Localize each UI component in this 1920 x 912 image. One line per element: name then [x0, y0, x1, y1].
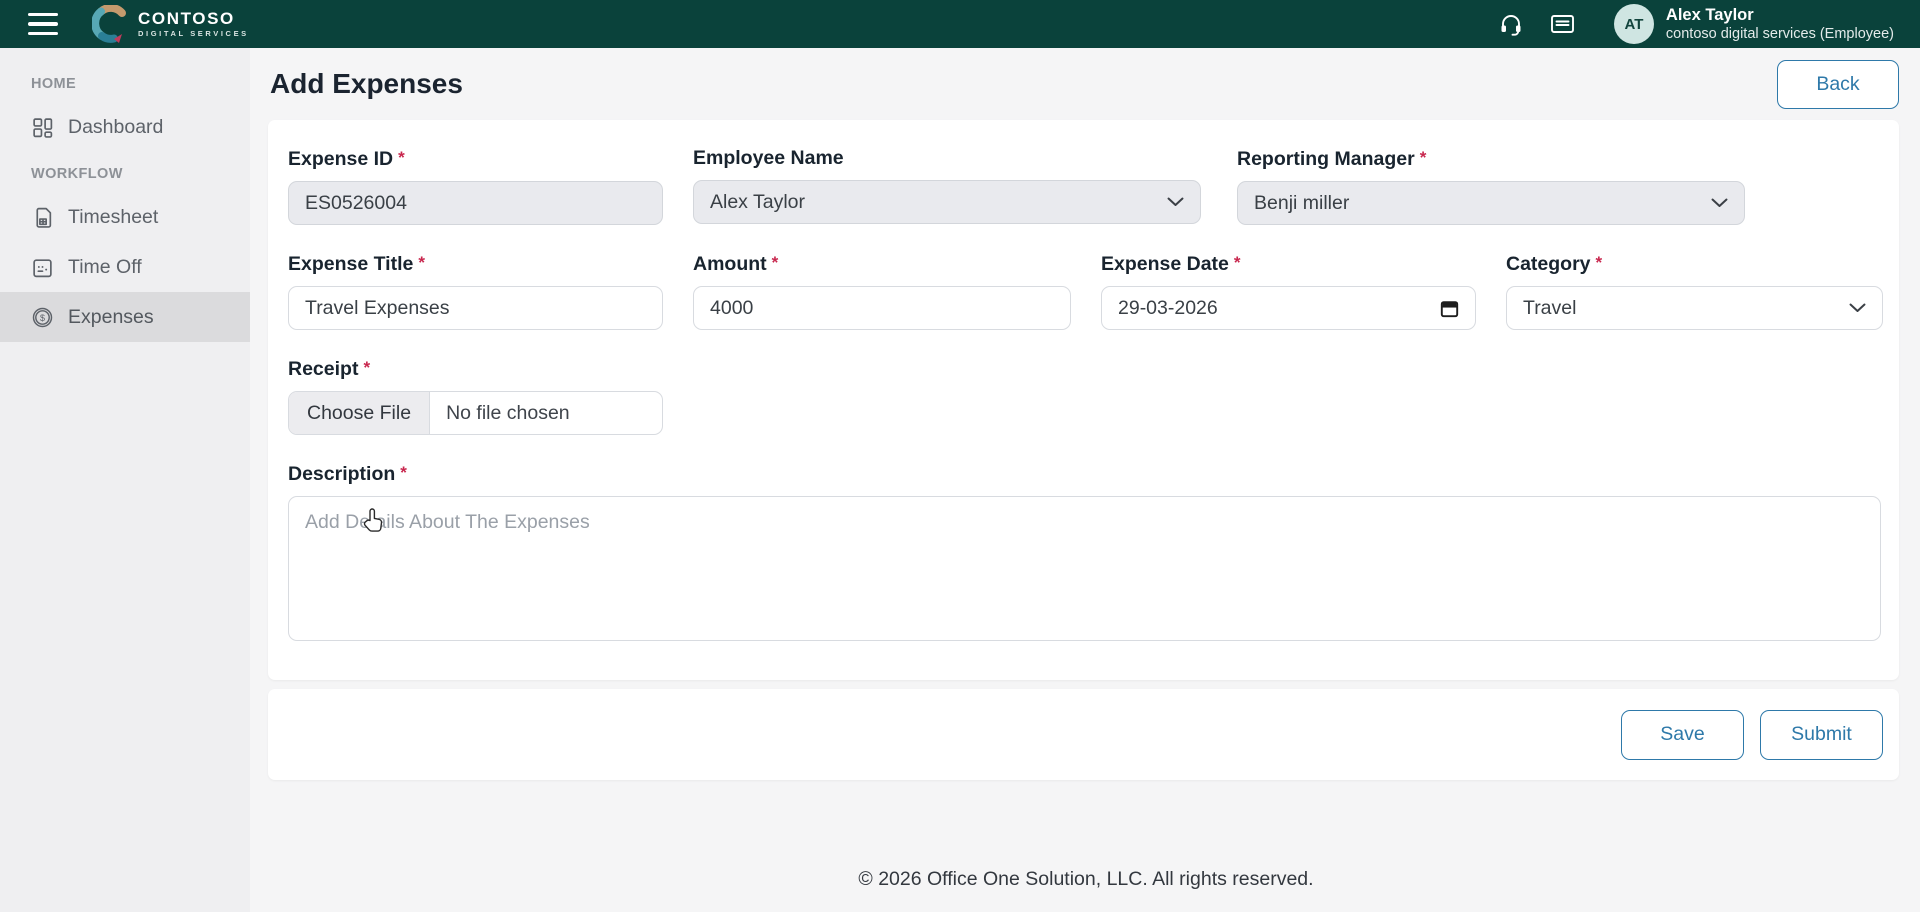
- required-asterisk: *: [1420, 148, 1427, 167]
- employee-name-select[interactable]: Alex Taylor: [693, 180, 1201, 224]
- news-icon[interactable]: [1550, 11, 1576, 37]
- sidebar-item-timeoff[interactable]: Time Off: [0, 242, 250, 292]
- chevron-down-icon: [1167, 197, 1184, 207]
- submit-button[interactable]: Submit: [1760, 710, 1883, 760]
- timeoff-calendar-icon: [31, 256, 54, 279]
- headset-icon[interactable]: [1498, 11, 1524, 37]
- page-title: Add Expenses: [270, 68, 463, 100]
- sidebar-section-workflow: WORKFLOW: [0, 152, 250, 192]
- sidebar-item-timesheet[interactable]: Timesheet: [0, 192, 250, 242]
- sidebar-item-label: Time Off: [68, 256, 142, 279]
- sidebar-item-expenses[interactable]: $ Expenses: [0, 292, 250, 342]
- expense-form-card: Expense ID* ES0526004 Employee Name Alex…: [268, 120, 1899, 680]
- chevron-down-icon: [1711, 198, 1728, 208]
- sidebar-item-label: Dashboard: [68, 116, 163, 139]
- employee-name-label: Employee Name: [693, 146, 1201, 170]
- timesheet-document-icon: [31, 206, 54, 229]
- choose-file-button[interactable]: Choose File: [289, 392, 430, 434]
- reporting-manager-select[interactable]: Benji miller: [1237, 181, 1745, 225]
- expense-title-input[interactable]: Travel Expenses: [288, 286, 663, 330]
- user-org: contoso digital services (Employee): [1666, 25, 1894, 43]
- top-bar: CONTOSO DIGITAL SERVICES AT Alex Taylor …: [0, 0, 1920, 48]
- sidebar-item-dashboard[interactable]: Dashboard: [0, 102, 250, 152]
- reporting-manager-label: Reporting Manager*: [1237, 146, 1745, 171]
- required-asterisk: *: [1234, 253, 1241, 272]
- user-menu[interactable]: AT Alex Taylor contoso digital services …: [1614, 4, 1894, 44]
- save-button[interactable]: Save: [1621, 710, 1744, 760]
- sidebar-item-label: Expenses: [68, 306, 154, 329]
- receipt-label: Receipt*: [288, 356, 663, 381]
- sidebar-section-home: HOME: [0, 62, 250, 102]
- expenses-coin-icon: $: [31, 306, 54, 329]
- expense-date-input[interactable]: 29-03-2026: [1101, 286, 1476, 330]
- file-status-text: No file chosen: [430, 402, 586, 425]
- required-asterisk: *: [772, 253, 779, 272]
- user-name: Alex Taylor: [1666, 5, 1894, 26]
- expense-date-label: Expense Date*: [1101, 251, 1476, 276]
- required-asterisk: *: [363, 358, 370, 377]
- expense-id-input[interactable]: ES0526004: [288, 181, 663, 225]
- dashboard-grid-icon: [31, 116, 54, 139]
- svg-text:$: $: [40, 312, 45, 322]
- avatar[interactable]: AT: [1614, 4, 1654, 44]
- amount-label: Amount*: [693, 251, 1071, 276]
- contoso-logo-icon: [92, 5, 130, 43]
- required-asterisk: *: [398, 148, 405, 167]
- category-select[interactable]: Travel: [1506, 286, 1883, 330]
- required-asterisk: *: [1596, 253, 1603, 272]
- category-label: Category*: [1506, 251, 1883, 276]
- receipt-file-input[interactable]: Choose File No file chosen: [288, 391, 663, 435]
- brand-name: CONTOSO: [138, 10, 249, 27]
- sidebar-item-label: Timesheet: [68, 206, 158, 229]
- footer-copyright: © 2026 Office One Solution, LLC. All rig…: [250, 868, 1920, 912]
- sidebar: HOME Dashboard WORKFLOW Timesheet: [0, 48, 250, 912]
- brand-logo: CONTOSO DIGITAL SERVICES: [92, 5, 249, 43]
- back-button[interactable]: Back: [1777, 60, 1899, 109]
- form-actions-card: Save Submit: [268, 689, 1899, 780]
- required-asterisk: *: [418, 253, 425, 272]
- calendar-icon[interactable]: [1440, 299, 1459, 318]
- description-textarea[interactable]: [288, 496, 1881, 641]
- amount-input[interactable]: 4000: [693, 286, 1071, 330]
- chevron-down-icon: [1849, 303, 1866, 313]
- required-asterisk: *: [400, 463, 407, 482]
- description-label: Description*: [288, 461, 1881, 486]
- expense-title-label: Expense Title*: [288, 251, 663, 276]
- main-content: Add Expenses Back Expense ID* ES0526004 …: [250, 48, 1920, 912]
- brand-tagline: DIGITAL SERVICES: [138, 30, 249, 38]
- expense-id-label: Expense ID*: [288, 146, 663, 171]
- hamburger-icon[interactable]: [28, 13, 58, 35]
